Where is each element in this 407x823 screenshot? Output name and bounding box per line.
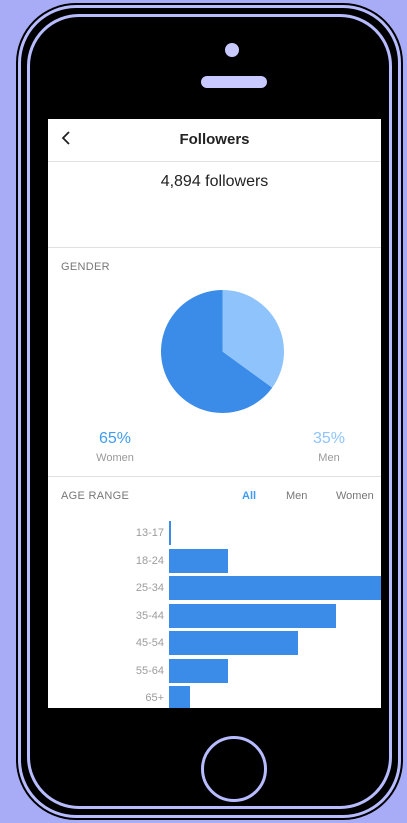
age-bar	[169, 603, 337, 628]
filter-all[interactable]: All	[242, 490, 256, 502]
age-row: 18-24	[48, 548, 381, 573]
gender-section-label: GENDER	[61, 261, 110, 273]
home-button[interactable]	[201, 736, 267, 802]
page-title: Followers	[179, 131, 250, 148]
age-row: 65+	[48, 686, 381, 708]
section-divider	[48, 476, 381, 477]
age-row-label: 45-54	[135, 637, 164, 649]
men-percentage: 35%	[312, 430, 346, 447]
followers-count: 4,894 followers	[160, 173, 269, 190]
age-bar	[169, 686, 191, 708]
nav-bar: Followers	[48, 119, 381, 162]
age-row-label: 25-34	[135, 582, 164, 594]
age-row: 25-34	[48, 576, 381, 600]
earpiece-speaker	[201, 76, 267, 88]
age-bar	[169, 521, 172, 545]
front-camera	[225, 43, 239, 57]
app-screen: Followers 4,894 followers GENDER 65% Wom…	[48, 119, 381, 708]
age-row-label: 55-64	[135, 664, 164, 677]
age-row-label: 18-24	[135, 554, 164, 567]
filter-women[interactable]: Women	[336, 490, 374, 502]
age-range-section-label: AGE RANGE	[61, 490, 130, 502]
filter-men[interactable]: Men	[286, 490, 307, 502]
age-row: 13-17	[48, 521, 381, 545]
gender-pie-chart	[161, 290, 284, 413]
age-row-label: 13-17	[135, 527, 164, 539]
age-bar	[169, 576, 381, 600]
age-row-label: 35-44	[135, 609, 164, 622]
age-bar	[169, 658, 229, 683]
age-bar	[169, 631, 299, 655]
age-bar	[169, 548, 229, 573]
age-row: 45-54	[48, 631, 381, 655]
men-label: Men	[318, 452, 340, 464]
women-label: Women	[96, 452, 134, 464]
women-percentage: 65%	[98, 430, 132, 447]
age-row: 35-44	[48, 603, 381, 628]
section-divider	[48, 247, 381, 248]
age-row-label: 65+	[145, 692, 164, 704]
age-row: 55-64	[48, 658, 381, 683]
